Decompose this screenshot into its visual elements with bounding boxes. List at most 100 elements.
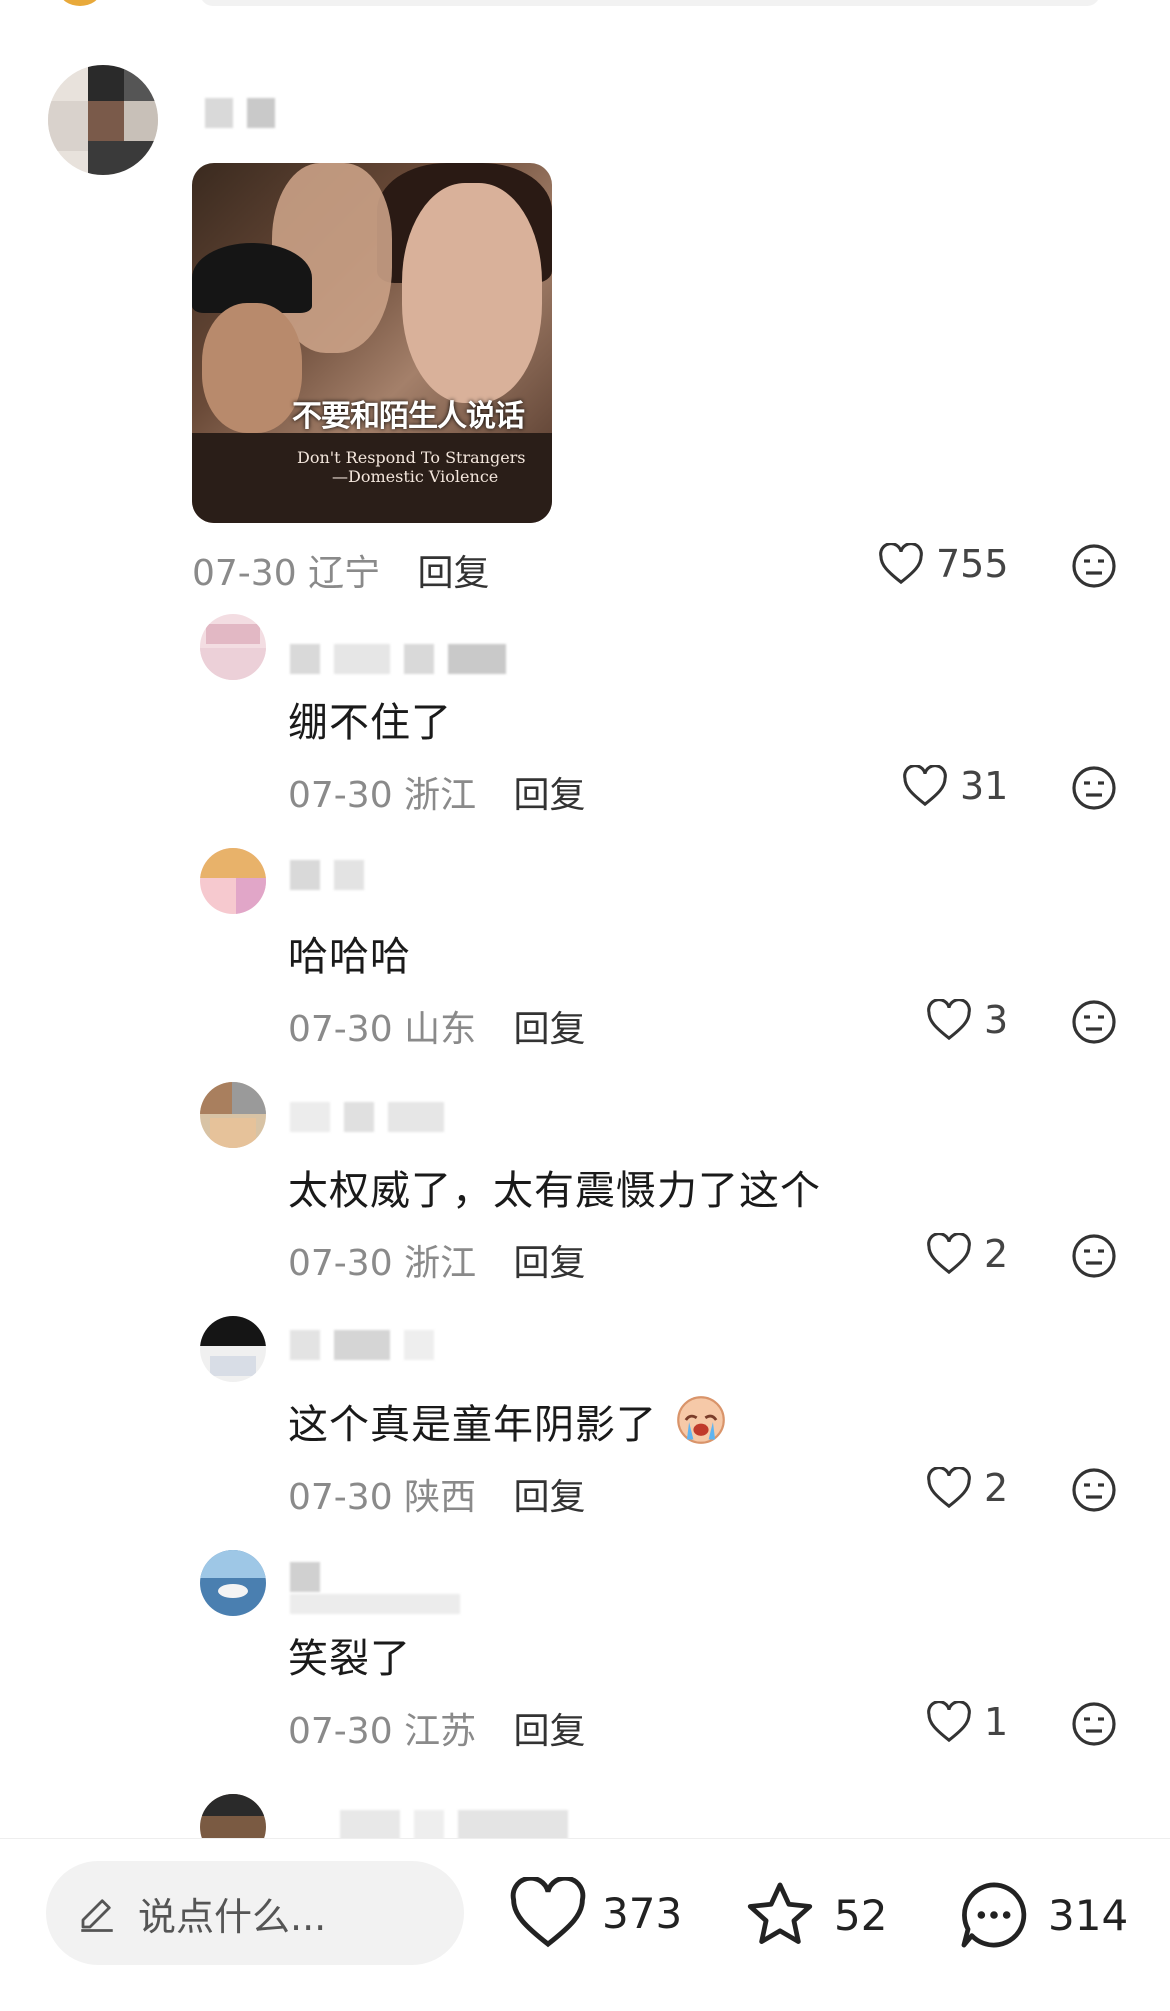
avatar[interactable]: [200, 1082, 266, 1148]
comment-location: 辽宁: [308, 553, 381, 594]
meh-face-icon: [1072, 1702, 1116, 1746]
comment-date: 07-30: [288, 775, 393, 816]
like-count: 31: [960, 764, 1009, 808]
poster-title: 不要和陌生人说话: [292, 399, 525, 434]
main-comment: 不要和陌生人说话 Don't Respond To Strangers —Dom…: [0, 0, 1170, 600]
reply-comment-partial: [0, 1784, 1170, 1838]
heart-icon: [927, 1233, 971, 1275]
reply-button[interactable]: 回复: [514, 775, 586, 816]
comment-date: 07-30: [288, 1009, 393, 1050]
username-blurred[interactable]: [340, 1810, 582, 1838]
username-blurred-2[interactable]: [290, 1594, 474, 1614]
comment-date: 07-30: [288, 1477, 393, 1518]
username-blurred[interactable]: [290, 644, 520, 674]
heart-icon: [903, 765, 947, 807]
username-blurred[interactable]: [290, 860, 378, 890]
comment-text: 绷不住了: [288, 700, 452, 746]
like-count: 1: [984, 1700, 1009, 1744]
meh-face-icon: [1072, 1468, 1116, 1512]
reply-button[interactable]: 回复: [514, 1243, 586, 1284]
reply-button[interactable]: 回复: [514, 1009, 586, 1050]
comment-input-placeholder: 说点什么...: [138, 1894, 327, 1939]
dislike-button[interactable]: [1070, 542, 1118, 594]
heart-icon: [927, 1701, 971, 1743]
comment-input[interactable]: 说点什么...: [46, 1861, 464, 1965]
post-like-count: 373: [602, 1888, 683, 1938]
reply-comment: 绷不住了 07-30 浙江 回复 31: [0, 614, 1170, 834]
comment-location: 江苏: [404, 1711, 477, 1752]
like-button[interactable]: 755: [878, 542, 1009, 586]
dislike-button[interactable]: [1070, 998, 1118, 1050]
reply-comment: 哈哈哈 07-30 山东 回复 3: [0, 848, 1170, 1068]
heart-icon: [927, 1467, 971, 1509]
star-icon: [747, 1882, 813, 1944]
dislike-button[interactable]: [1070, 1700, 1118, 1752]
poster-subtitle-2: —Domestic Violence: [332, 467, 499, 486]
reply-button[interactable]: 回复: [514, 1711, 586, 1752]
avatar[interactable]: [200, 1550, 266, 1616]
heart-icon: [879, 543, 923, 585]
like-count: 2: [984, 1232, 1009, 1276]
dislike-button[interactable]: [1070, 1232, 1118, 1284]
comment-text: 笑裂了: [288, 1636, 411, 1682]
avatar[interactable]: [48, 65, 158, 175]
comment-count: 314: [1048, 1890, 1129, 1940]
comment-location: 浙江: [404, 1243, 477, 1284]
reply-comment: 这个真是童年阴影了 07-30 陕西 回复 2: [0, 1316, 1170, 1536]
avatar[interactable]: [200, 614, 266, 680]
like-post-button[interactable]: 373: [508, 1877, 682, 1949]
bottom-action-bar: 说点什么... 373 52 314: [0, 1838, 1170, 2011]
comment-meta: 07-30 辽宁 回复: [192, 544, 490, 596]
reply-comment: 太权威了，太有震慑力了这个 07-30 浙江 回复 2: [0, 1082, 1170, 1302]
comment-date: 07-30: [288, 1711, 393, 1752]
dislike-button[interactable]: [1070, 764, 1118, 816]
meh-face-icon: [1072, 544, 1116, 588]
meh-face-icon: [1072, 1234, 1116, 1278]
like-count: 755: [936, 542, 1009, 586]
like-button[interactable]: 2: [926, 1466, 1008, 1510]
like-count: 3: [984, 998, 1009, 1042]
crying-face-icon: [676, 1396, 725, 1444]
comment-text-content: 这个真是童年阴影了: [288, 1402, 657, 1448]
speech-bubble-icon: [961, 1882, 1027, 1948]
dislike-button[interactable]: [1070, 1466, 1118, 1518]
favorite-count: 52: [834, 1890, 888, 1940]
reply-button[interactable]: 回复: [418, 553, 490, 594]
username-blurred[interactable]: [290, 1330, 448, 1360]
comment-text: 这个真是童年阴影了: [288, 1392, 727, 1450]
comment-meta: 07-30 江苏 回复: [288, 1702, 586, 1754]
comment-date: 07-30: [192, 553, 297, 594]
pencil-icon: [81, 1899, 113, 1932]
comment-meta: 07-30 山东 回复: [288, 1000, 586, 1052]
avatar[interactable]: [200, 848, 266, 914]
comment-location: 浙江: [404, 775, 477, 816]
username-blurred[interactable]: [290, 1562, 334, 1592]
like-button[interactable]: 1: [926, 1700, 1008, 1744]
poster-subtitle: Don't Respond To Strangers: [297, 448, 526, 467]
comment-meta: 07-30 浙江 回复: [288, 766, 586, 818]
like-button[interactable]: 3: [926, 998, 1008, 1042]
heart-icon: [927, 999, 971, 1041]
comment-location: 陕西: [404, 1477, 477, 1518]
comments-button[interactable]: 314: [954, 1877, 1128, 1953]
reply-comment: 笑裂了 07-30 江苏 回复 1: [0, 1550, 1170, 1770]
like-button[interactable]: 2: [926, 1232, 1008, 1276]
username-blurred[interactable]: [290, 1102, 458, 1132]
username-blurred[interactable]: [205, 98, 289, 128]
comment-meta: 07-30 陕西 回复: [288, 1468, 586, 1520]
comment-meta: 07-30 浙江 回复: [288, 1234, 586, 1286]
avatar[interactable]: [200, 1794, 266, 1838]
heart-icon: [510, 1877, 586, 1948]
like-button[interactable]: 31: [902, 764, 1008, 808]
comment-date: 07-30: [288, 1243, 393, 1284]
comment-text: 太权威了，太有震慑力了这个: [288, 1168, 821, 1214]
reply-button[interactable]: 回复: [514, 1477, 586, 1518]
favorite-button[interactable]: 52: [740, 1877, 887, 1953]
comment-location: 山东: [404, 1009, 477, 1050]
like-count: 2: [984, 1466, 1009, 1510]
comment-image[interactable]: 不要和陌生人说话 Don't Respond To Strangers —Dom…: [192, 163, 552, 523]
meh-face-icon: [1072, 1000, 1116, 1044]
comment-text: 哈哈哈: [288, 934, 411, 980]
avatar[interactable]: [200, 1316, 266, 1382]
meh-face-icon: [1072, 766, 1116, 810]
